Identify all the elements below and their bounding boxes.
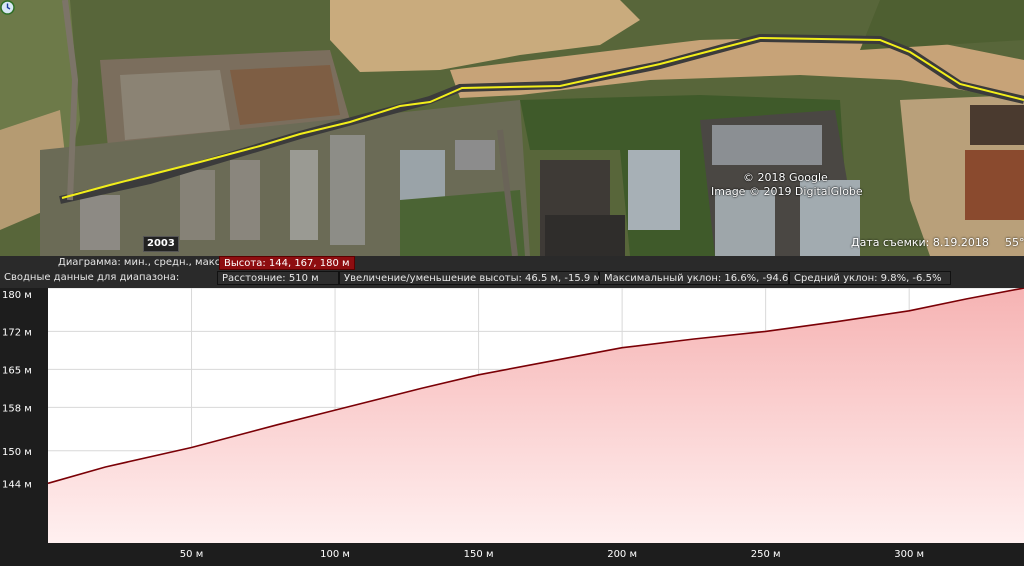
y-tick-label: 158 м: [2, 403, 32, 414]
y-tick-label: 144 м: [2, 479, 32, 490]
map-copyright-1: © 2018 Google: [743, 171, 828, 184]
chart-summary-label: Диаграмма: мин., средн., макс.:: [58, 257, 227, 268]
map-copyright-2: Image © 2019 DigitalGlobe: [711, 185, 863, 198]
map-imagery: [0, 0, 1024, 256]
x-tick-label: 150 м: [464, 549, 494, 560]
max-slope: Максимальный уклон: 16.6%, -94.6%: [599, 271, 798, 285]
y-tick-label: 180 м: [2, 290, 32, 301]
capture-date: Дата съемки: 8.19.2018: [851, 236, 989, 249]
elevation-profile-chart[interactable]: 144 м 150 м 158 м 165 м 172 м 180 м 50 м 100 м…: [0, 288, 1024, 566]
y-tick-label: 172 м: [2, 327, 32, 338]
elevation-gain-loss: Увеличение/уменьшение высоты: 46.5 м, -1…: [339, 271, 601, 285]
imagery-year-badge[interactable]: 2003: [143, 236, 179, 252]
x-tick-label: 300 м: [894, 549, 924, 560]
y-tick-label: 150 м: [2, 447, 32, 458]
x-tick-label: 100 м: [320, 549, 350, 560]
elevation-profile[interactable]: 144 м 150 м 158 м 165 м 172 м 180 м 50 м 100 м…: [0, 288, 1024, 566]
range-summary-label: Сводные данные для диапазона:: [4, 272, 180, 283]
y-tick-label: 165 м: [2, 365, 32, 376]
coordinate-readout: 55°: [1005, 236, 1024, 249]
x-tick-label: 50 м: [180, 549, 203, 560]
elevation-stats-bar: Диаграмма: мин., средн., макс.: Высота: …: [0, 256, 1024, 288]
historical-imagery-clock-icon[interactable]: [0, 0, 15, 15]
satellite-map[interactable]: © 2018 Google Image © 2019 DigitalGlobe …: [0, 0, 1024, 256]
x-tick-label: 200 м: [607, 549, 637, 560]
x-axis-ticks: 50 м 100 м 150 м 200 м 250 м 300 м: [180, 549, 924, 560]
distance-summary: Расстояние: 510 м: [217, 271, 339, 285]
x-tick-label: 250 м: [751, 549, 781, 560]
average-slope: Средний уклон: 9.8%, -6.5%: [789, 271, 951, 285]
elevation-summary[interactable]: Высота: 144, 167, 180 м: [219, 256, 355, 270]
y-axis-ticks: 144 м 150 м 158 м 165 м 172 м 180 м: [2, 290, 32, 490]
